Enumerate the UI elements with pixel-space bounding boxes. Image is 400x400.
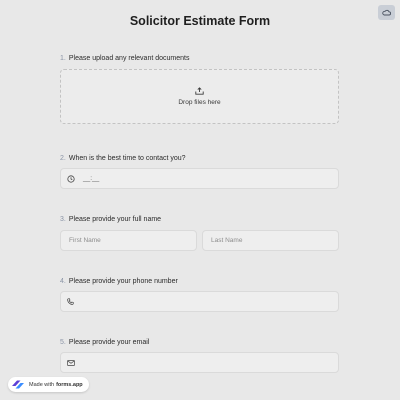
first-name-placeholder: First Name: [69, 237, 101, 244]
clock-icon: [67, 174, 75, 183]
question-4-label: 4. Please provide your phone number: [60, 278, 178, 285]
forms-app-logo: [11, 379, 25, 390]
first-name-input[interactable]: First Name: [60, 230, 197, 251]
question-2-number: 2.: [60, 155, 66, 162]
phone-icon: [67, 298, 74, 305]
upload-icon: [195, 87, 204, 95]
time-value: __:__: [83, 175, 100, 182]
question-3-label: 3. Please provide your full name: [60, 216, 161, 223]
form-title: Solicitor Estimate Form: [129, 14, 271, 28]
made-with-badge[interactable]: Made with forms.app: [8, 377, 89, 392]
badge-brand: forms.app: [56, 381, 83, 388]
email-input[interactable]: [60, 352, 339, 373]
last-name-input[interactable]: Last Name: [202, 230, 339, 251]
envelope-icon: [67, 359, 75, 366]
question-4-text: Please provide your phone number: [68, 278, 178, 285]
question-1-text: Please upload any relevant documents: [68, 55, 190, 62]
question-2-label: 2. When is the best time to contact you?: [60, 155, 186, 162]
time-input[interactable]: __:__: [60, 168, 339, 189]
form-page: Solicitor Estimate Form 1. Please upload …: [0, 0, 400, 400]
question-1-number: 1.: [60, 55, 66, 62]
question-5-number: 5.: [60, 339, 66, 346]
phone-input[interactable]: [60, 291, 339, 312]
file-dropzone[interactable]: Drop files here: [60, 69, 339, 124]
question-3-number: 3.: [60, 216, 66, 223]
last-name-placeholder: Last Name: [211, 237, 243, 244]
badge-prefix: Made with: [29, 381, 55, 388]
question-3-text: Please provide your full name: [68, 216, 162, 223]
question-1-label: 1. Please upload any relevant documents: [60, 55, 189, 62]
question-4-number: 4.: [60, 278, 66, 285]
question-5-label: 5. Please provide your email: [60, 339, 149, 346]
dropzone-label: Drop files here: [178, 99, 221, 106]
question-5-text: Please provide your email: [68, 339, 150, 346]
question-2-text: When is the best time to contact you?: [68, 155, 186, 162]
